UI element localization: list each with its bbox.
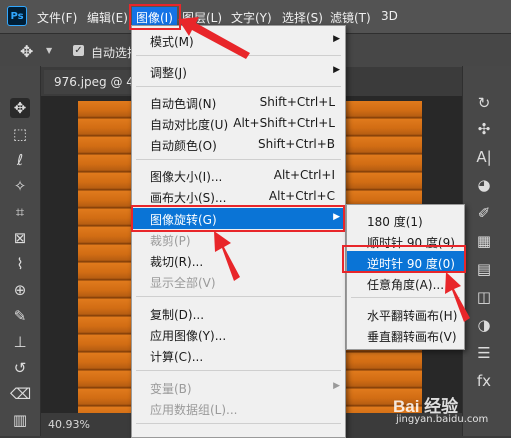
- menu-item-apply-data-set[interactable]: 应用数据组(L)...: [132, 398, 345, 419]
- watermark-url: jingyan.baidu.com: [396, 414, 489, 425]
- swatches-icon[interactable]: ▦: [473, 230, 495, 252]
- menu-divider: [136, 86, 341, 87]
- frame-icon[interactable]: ⊠: [10, 228, 30, 248]
- menu-item-shortcut: Shift+Ctrl+L: [259, 95, 335, 109]
- history-brush-icon[interactable]: ↺: [10, 358, 30, 378]
- submenu-item-label: 水平翻转画布(H): [367, 309, 458, 323]
- submenu-item-flip-vertical[interactable]: 垂直翻转画布(V): [347, 324, 464, 346]
- submenu-item-label: 任意角度(A)...: [367, 278, 445, 292]
- fx-icon[interactable]: fx: [473, 370, 495, 392]
- document-title[interactable]: 976.jpeg @ 40: [54, 75, 142, 89]
- eyedropper-icon[interactable]: ⌇: [10, 254, 30, 274]
- menu-item-label: 自动颜色(O): [150, 139, 217, 153]
- menu-item-auto-color[interactable]: 自动颜色(O) Shift+Ctrl+B: [132, 134, 345, 155]
- magic-wand-icon[interactable]: ✧: [10, 176, 30, 196]
- submenu-item-label: 垂直翻转画布(V): [367, 330, 457, 344]
- menu-item-label: 画布大小(S)...: [150, 191, 227, 205]
- chevron-down-icon[interactable]: ▼: [46, 46, 52, 55]
- menu-item-crop[interactable]: 裁剪(P): [132, 229, 345, 250]
- menu-item-label: 模式(M): [150, 35, 194, 49]
- menu-item-label: 调整(J): [150, 66, 187, 80]
- callout-box-image-menu: [129, 4, 181, 30]
- menu-item-shortcut: Alt+Shift+Ctrl+L: [233, 116, 335, 130]
- menu-divider: [136, 55, 341, 56]
- layers-icon[interactable]: ◫: [473, 286, 495, 308]
- menu-item-duplicate[interactable]: 复制(D)...: [132, 303, 345, 324]
- menu-item-reveal-all[interactable]: 显示全部(V): [132, 271, 345, 292]
- menu-select[interactable]: 选择(S): [282, 9, 323, 26]
- menu-item-auto-contrast[interactable]: 自动对比度(U) Alt+Shift+Ctrl+L: [132, 113, 345, 134]
- submenu-item-rotate-180[interactable]: 180 度(1): [347, 209, 464, 231]
- menu-item-auto-tone[interactable]: 自动色调(N) Shift+Ctrl+L: [132, 92, 345, 113]
- submenu-arrow-icon: ▶: [333, 34, 340, 44]
- menu-divider: [351, 297, 460, 298]
- menu-item-shortcut: Shift+Ctrl+B: [258, 137, 335, 151]
- menu-item-image-size[interactable]: 图像大小(I)... Alt+Ctrl+I: [132, 165, 345, 186]
- menu-item-variables[interactable]: 变量(B) ▶: [132, 377, 345, 398]
- move-icon[interactable]: ✥: [10, 98, 30, 118]
- photoshop-logo: Ps: [7, 6, 27, 26]
- submenu-item-flip-horizontal[interactable]: 水平翻转画布(H): [347, 303, 464, 325]
- menu-item-label: 自动对比度(U): [150, 118, 229, 132]
- zoom-level[interactable]: 40.93%: [48, 418, 90, 431]
- menu-type[interactable]: 文字(Y): [231, 9, 272, 26]
- history-icon[interactable]: ↻: [473, 92, 495, 114]
- menu-item-canvas-size[interactable]: 画布大小(S)... Alt+Ctrl+C: [132, 186, 345, 207]
- menu-layer[interactable]: 图层(L): [182, 9, 222, 26]
- healing-brush-icon[interactable]: ⊕: [10, 280, 30, 300]
- menu-item-label: 应用数据组(L)...: [150, 403, 238, 417]
- menu-item-shortcut: Alt+Ctrl+I: [273, 168, 335, 182]
- crop-icon[interactable]: ⌗: [10, 202, 30, 222]
- menu-divider: [136, 296, 341, 297]
- submenu-arrow-icon: ▶: [333, 65, 340, 75]
- menu-file[interactable]: 文件(F): [37, 9, 77, 26]
- marquee-icon[interactable]: ⬚: [10, 124, 30, 144]
- menu-item-label: 裁切(R)...: [150, 255, 204, 269]
- menu-item-label: 图像大小(I)...: [150, 170, 223, 184]
- path-icon[interactable]: ✣: [473, 118, 495, 140]
- submenu-arrow-icon: ▶: [333, 381, 340, 391]
- character-icon[interactable]: A|: [473, 146, 495, 168]
- submenu-item-arbitrary[interactable]: 任意角度(A)...: [347, 272, 464, 294]
- menu-item-shortcut: Alt+Ctrl+C: [268, 189, 335, 203]
- gradients-icon[interactable]: ▤: [473, 258, 495, 280]
- clone-stamp-icon[interactable]: ⊥: [10, 332, 30, 352]
- submenu-item-label: 180 度(1): [367, 215, 423, 229]
- menu-divider: [136, 423, 341, 424]
- callout-box-rotate-ccw: [342, 245, 466, 273]
- adjustments-icon[interactable]: ◑: [473, 314, 495, 336]
- brush-settings-icon[interactable]: ✐: [473, 202, 495, 224]
- menu-item-label: 变量(B): [150, 382, 192, 396]
- move-tool-icon[interactable]: ✥: [20, 42, 33, 61]
- menu-filter[interactable]: 滤镜(T): [330, 9, 371, 26]
- properties-icon[interactable]: ☰: [473, 342, 495, 364]
- menu-item-mode[interactable]: 模式(M) ▶: [132, 30, 345, 51]
- gradient-icon[interactable]: ▥: [10, 410, 30, 430]
- menu-item-label: 裁剪(P): [150, 234, 191, 248]
- menu-item-adjustments[interactable]: 调整(J) ▶: [132, 61, 345, 82]
- menu-item-label: 显示全部(V): [150, 276, 216, 290]
- right-panel: ↻ ✣ A| ◕ ✐ ▦ ▤ ◫ ◑ ☰ fx: [462, 66, 511, 436]
- image-rotation-submenu: 180 度(1) 顺时针 90 度(9) 逆时针 90 度(0) 任意角度(A)…: [346, 204, 465, 350]
- menu-edit[interactable]: 编辑(E): [87, 9, 128, 26]
- eraser-icon[interactable]: ⌫: [10, 384, 31, 404]
- menu-item-label: 自动色调(N): [150, 97, 217, 111]
- menu-item-label: 计算(C)...: [150, 350, 204, 364]
- menu-item-label: 应用图像(Y)...: [150, 329, 227, 343]
- auto-select-checkbox[interactable]: ✓: [73, 45, 84, 56]
- menu-item-trim[interactable]: 裁切(R)...: [132, 250, 345, 271]
- menu-item-calculations[interactable]: 计算(C)...: [132, 345, 345, 366]
- tools-panel: ✥ ⬚ ℓ ✧ ⌗ ⊠ ⌇ ⊕ ✎ ⊥ ↺ ⌫ ▥: [0, 66, 41, 436]
- menu-divider: [136, 159, 341, 160]
- brush-icon[interactable]: ✎: [10, 306, 30, 326]
- callout-box-image-rotation: [131, 205, 345, 232]
- lasso-icon[interactable]: ℓ: [10, 150, 30, 170]
- menu-item-label: 复制(D)...: [150, 308, 205, 322]
- menu-3d[interactable]: 3D: [381, 9, 398, 23]
- menu-divider: [136, 370, 341, 371]
- color-icon[interactable]: ◕: [473, 174, 495, 196]
- menu-item-apply-image[interactable]: 应用图像(Y)...: [132, 324, 345, 345]
